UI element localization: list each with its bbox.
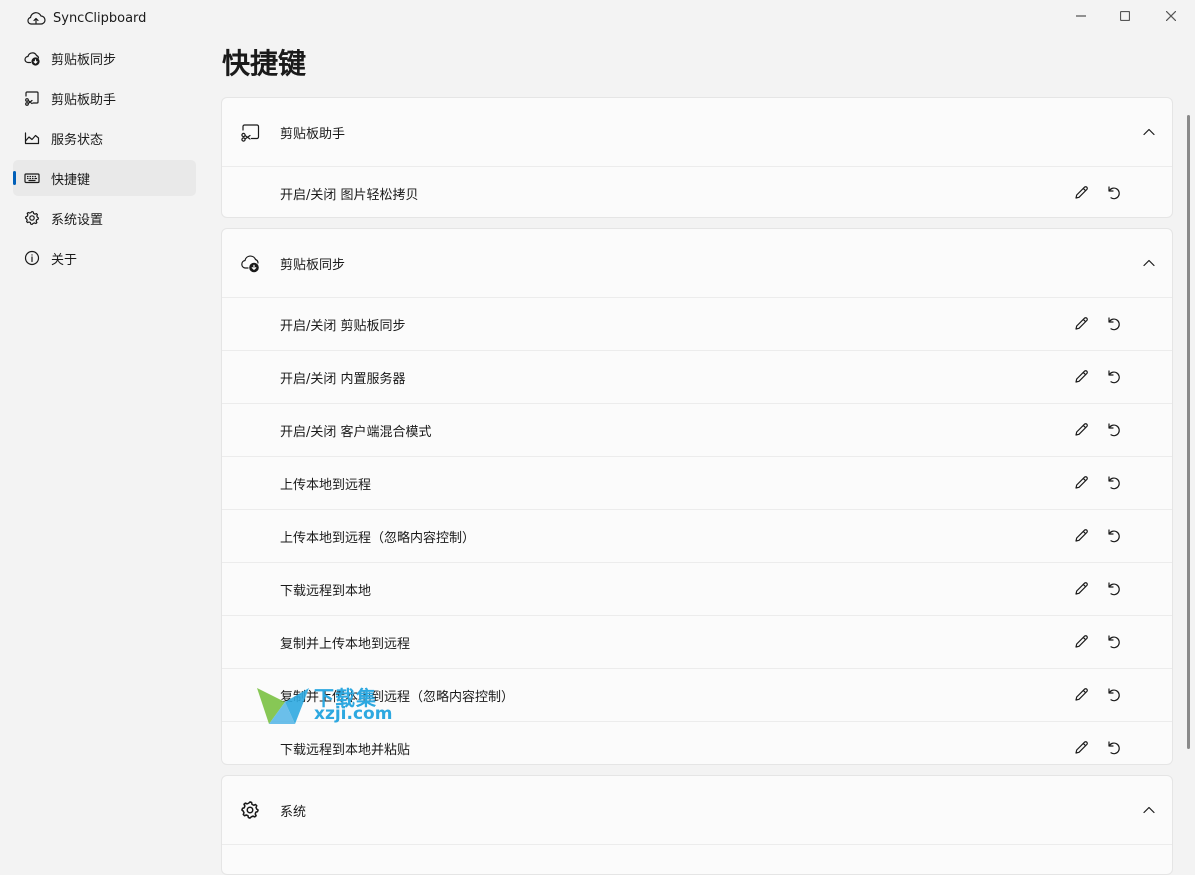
minimize-icon — [1076, 15, 1086, 17]
hotkey-label: 下载远程到本地并粘贴 — [280, 742, 411, 758]
page-title: 快捷键 — [222, 47, 307, 80]
hotkey-row: 上传本地到远程（忽略内容控制） — [222, 510, 1172, 563]
sidebar-item-system-settings[interactable]: 系统设置 — [13, 200, 196, 236]
app-title: SyncClipboard — [53, 11, 147, 26]
hotkey-label: 开启/关闭 客户端混合模式 — [280, 424, 432, 440]
sidebar-nav: 剪贴板同步 剪贴板助手 服务状态 快捷键 系统设置 关于 — [0, 38, 205, 280]
section-system: 系统 — [221, 775, 1173, 875]
section-clipboard-assistant: 剪贴板助手 开启/关闭 图片轻松拷贝 — [221, 97, 1173, 218]
watermark-url: xzji.com — [314, 704, 393, 724]
pencil-icon[interactable] — [1073, 633, 1090, 650]
hotkey-row: 复制并上传本地到远程 — [222, 616, 1172, 669]
cloud-sync-icon — [27, 12, 46, 25]
section-title: 系统 — [280, 804, 307, 820]
screenshot-scissors-icon — [24, 90, 40, 106]
undo-icon[interactable] — [1105, 184, 1122, 201]
gear-icon — [24, 210, 40, 226]
section-title: 剪贴板同步 — [280, 257, 346, 273]
section-header[interactable]: 剪贴板同步 — [222, 229, 1172, 298]
hotkey-row: 下载远程到本地并粘贴 — [222, 722, 1172, 764]
pencil-icon[interactable] — [1073, 686, 1090, 703]
info-icon — [24, 250, 40, 266]
cloud-download-icon — [24, 50, 40, 66]
hotkey-row: 下载远程到本地 — [222, 563, 1172, 616]
minimize-button[interactable] — [1058, 0, 1104, 32]
hotkey-row: 开启/关闭 内置服务器 — [222, 351, 1172, 404]
sidebar-item-label: 关于 — [51, 252, 78, 268]
hotkey-row: 开启/关闭 客户端混合模式 — [222, 404, 1172, 457]
section-header[interactable]: 系统 — [222, 776, 1172, 845]
keyboard-icon — [24, 170, 40, 186]
chart-area-icon — [24, 130, 40, 146]
sidebar-item-label: 剪贴板助手 — [51, 92, 117, 108]
pencil-icon[interactable] — [1073, 368, 1090, 385]
hotkey-label: 复制并上传本地到远程 — [280, 636, 411, 652]
pencil-icon[interactable] — [1073, 739, 1090, 756]
section-header[interactable]: 剪贴板助手 — [222, 98, 1172, 167]
app-window: SyncClipboard 剪贴板同步 剪贴板助手 服务状态 快捷键 系统设置 … — [0, 0, 1195, 875]
undo-icon[interactable] — [1105, 686, 1122, 703]
gear-icon — [241, 801, 259, 819]
undo-icon[interactable] — [1105, 474, 1122, 491]
undo-icon[interactable] — [1105, 527, 1122, 544]
sidebar-item-label: 快捷键 — [51, 172, 91, 188]
section-title: 剪贴板助手 — [280, 126, 346, 142]
screenshot-scissors-icon — [241, 124, 260, 142]
undo-icon[interactable] — [1105, 633, 1122, 650]
hotkey-row: 开启/关闭 图片轻松拷贝 — [222, 167, 1172, 217]
hotkey-list: 开启/关闭 图片轻松拷贝 — [222, 167, 1172, 217]
maximize-button[interactable] — [1102, 0, 1148, 32]
pencil-icon[interactable] — [1073, 580, 1090, 597]
pencil-icon[interactable] — [1073, 474, 1090, 491]
pencil-icon[interactable] — [1073, 315, 1090, 332]
sidebar-item-clipboard-assistant[interactable]: 剪贴板助手 — [13, 80, 196, 116]
hotkey-label: 开启/关闭 图片轻松拷贝 — [280, 187, 419, 203]
title-bar[interactable]: SyncClipboard — [0, 0, 1195, 38]
undo-icon[interactable] — [1105, 315, 1122, 332]
undo-icon[interactable] — [1105, 739, 1122, 756]
close-button[interactable] — [1148, 0, 1194, 32]
close-icon — [1166, 11, 1176, 21]
chevron-up-icon[interactable] — [1142, 256, 1156, 270]
sidebar-item-about[interactable]: 关于 — [13, 240, 196, 276]
scrollbar[interactable] — [1187, 115, 1190, 749]
maximize-icon — [1120, 11, 1130, 21]
pencil-icon[interactable] — [1073, 527, 1090, 544]
sidebar-item-label: 系统设置 — [51, 212, 104, 228]
hotkey-label: 开启/关闭 剪贴板同步 — [280, 318, 406, 334]
cloud-download-icon — [241, 255, 259, 273]
sidebar-item-clipboard-sync[interactable]: 剪贴板同步 — [13, 40, 196, 76]
hotkey-label: 开启/关闭 内置服务器 — [280, 371, 406, 387]
hotkey-row: 上传本地到远程 — [222, 457, 1172, 510]
undo-icon[interactable] — [1105, 421, 1122, 438]
sidebar-item-hotkeys[interactable]: 快捷键 — [13, 160, 196, 196]
hotkey-label: 下载远程到本地 — [280, 583, 372, 599]
sidebar-item-label: 服务状态 — [51, 132, 104, 148]
chevron-up-icon[interactable] — [1142, 803, 1156, 817]
chevron-up-icon[interactable] — [1142, 125, 1156, 139]
hotkey-row: 开启/关闭 剪贴板同步 — [222, 298, 1172, 351]
undo-icon[interactable] — [1105, 368, 1122, 385]
hotkey-label: 上传本地到远程 — [280, 477, 372, 493]
pencil-icon[interactable] — [1073, 184, 1090, 201]
sidebar-item-label: 剪贴板同步 — [51, 52, 117, 68]
sidebar-item-service-status[interactable]: 服务状态 — [13, 120, 196, 156]
hotkey-label: 上传本地到远程（忽略内容控制） — [280, 530, 476, 546]
pencil-icon[interactable] — [1073, 421, 1090, 438]
undo-icon[interactable] — [1105, 580, 1122, 597]
